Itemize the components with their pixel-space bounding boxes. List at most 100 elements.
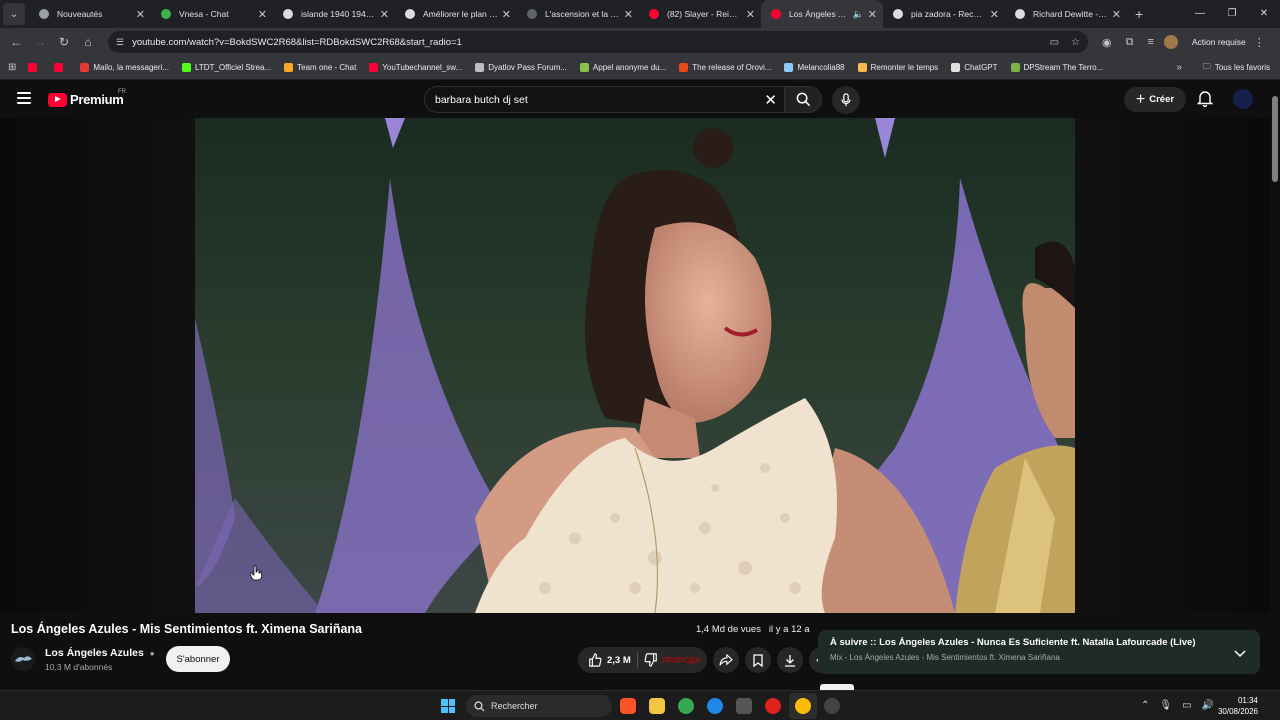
- settings-app-icon[interactable]: [824, 698, 840, 714]
- channel-name[interactable]: Los Ángeles Azules ●: [45, 647, 155, 659]
- more-bookmarks-icon[interactable]: »: [1176, 62, 1182, 73]
- site-info-icon[interactable]: ☰: [116, 37, 124, 48]
- tab-close-icon[interactable]: ✕: [136, 8, 145, 21]
- tab-audio-icon[interactable]: 🔈: [853, 9, 864, 20]
- menu-icon[interactable]: [17, 92, 31, 104]
- browser-tab[interactable]: (82) Slayer - Reign In ✕: [639, 0, 761, 28]
- up-next-panel[interactable]: À suivre :: Los Ángeles Azules - Nunca E…: [818, 630, 1260, 674]
- bookmark-item[interactable]: Dyatlov Pass Forum...: [475, 63, 567, 72]
- tab-close-icon[interactable]: ✕: [258, 8, 267, 21]
- video-frame[interactable]: [195, 118, 1075, 613]
- notifications-bell-icon[interactable]: [1196, 90, 1214, 112]
- channel-avatar[interactable]: [11, 647, 35, 671]
- bookmark-favicon-icon: [784, 63, 794, 72]
- system-clock[interactable]: 01:34 30/08/2026: [1218, 695, 1258, 717]
- save-button[interactable]: [744, 647, 771, 673]
- reading-list-icon[interactable]: ≡: [1147, 36, 1153, 48]
- browser-tab[interactable]: pia zadora - Recherc ✕: [883, 0, 1005, 28]
- bookmark-item[interactable]: [54, 63, 67, 72]
- extension-icon[interactable]: ◉: [1102, 36, 1112, 49]
- opera-icon[interactable]: [765, 698, 781, 714]
- bookmark-star-icon[interactable]: ☆: [1071, 37, 1080, 48]
- browser-tab[interactable]: Améliorer le plan arc ✕: [395, 0, 517, 28]
- browser-tab[interactable]: Vnesa - Chat ✕: [151, 0, 273, 28]
- tab-title: L'ascension et la chut: [545, 9, 620, 19]
- tab-close-icon[interactable]: ✕: [990, 8, 999, 21]
- chrome-beta-icon[interactable]: [678, 698, 694, 714]
- apps-grid-icon[interactable]: ⊞: [8, 62, 16, 73]
- tab-close-icon[interactable]: ✕: [1112, 8, 1121, 21]
- browser-tab[interactable]: islande 1940 1945 m ✕: [273, 0, 395, 28]
- user-avatar[interactable]: [1233, 89, 1253, 109]
- bookmark-label: Appel anonyme du...: [592, 63, 667, 72]
- search-input[interactable]: barbara butch dj set ✕: [424, 86, 786, 113]
- bookmark-item[interactable]: YouTubechannel_sw...: [369, 63, 462, 72]
- bookmark-icon: [752, 653, 763, 667]
- video-player[interactable]: [0, 118, 1270, 613]
- subscribe-button[interactable]: S'abonner: [166, 646, 230, 672]
- back-icon[interactable]: ←: [4, 35, 28, 49]
- bookmark-item[interactable]: Remonter le temps: [857, 63, 938, 72]
- brave-app-icon[interactable]: [620, 698, 636, 714]
- snipping-tool-icon[interactable]: [736, 698, 752, 714]
- dislike-button[interactable]: ПРИРОДА: [644, 653, 701, 667]
- profile-avatar[interactable]: [1163, 35, 1178, 49]
- browser-tab[interactable]: Los Ángeles Azul 🔈 ✕: [761, 0, 883, 28]
- page-scrollbar[interactable]: [1270, 80, 1280, 688]
- search-button[interactable]: [784, 86, 822, 113]
- bookmark-item[interactable]: The release of Orovi...: [679, 63, 771, 72]
- edge-icon[interactable]: [707, 698, 723, 714]
- browser-tab[interactable]: Richard Dewitte - Re ✕: [1005, 0, 1127, 28]
- voice-search-button[interactable]: [832, 86, 860, 114]
- taskbar-search[interactable]: Rechercher: [466, 695, 612, 717]
- browser-tab[interactable]: L'ascension et la chut ✕: [517, 0, 639, 28]
- tab-close-icon[interactable]: ✕: [502, 8, 511, 21]
- forward-icon[interactable]: →: [28, 35, 52, 49]
- action-required-button[interactable]: Action requise: [1192, 37, 1246, 47]
- like-button[interactable]: 2,3 M: [588, 653, 631, 667]
- new-tab-button[interactable]: +: [1135, 6, 1143, 22]
- bookmark-item[interactable]: Appel anonyme du...: [579, 63, 667, 72]
- download-button[interactable]: [776, 647, 803, 673]
- bookmark-item[interactable]: [28, 63, 41, 72]
- file-explorer-icon[interactable]: [649, 698, 665, 714]
- tray-expand-icon[interactable]: ⌃: [1141, 700, 1149, 711]
- tab-close-icon[interactable]: ✕: [746, 8, 755, 21]
- close-window-icon[interactable]: ✕: [1248, 0, 1280, 28]
- microphone-tray-icon[interactable]: 🎙: [1159, 700, 1172, 711]
- tab-close-icon[interactable]: ✕: [868, 8, 877, 21]
- system-tray: ⌃ 🎙 ▭ 🔊: [1141, 700, 1214, 711]
- extensions-puzzle-icon[interactable]: ⧉: [1126, 36, 1134, 49]
- display-icon[interactable]: ▭: [1182, 700, 1191, 711]
- tab-close-icon[interactable]: ✕: [624, 8, 633, 21]
- cast-icon[interactable]: ▭: [1050, 37, 1059, 48]
- clear-search-icon[interactable]: ✕: [764, 91, 777, 109]
- create-button[interactable]: + Créer: [1124, 87, 1186, 112]
- chevron-down-icon[interactable]: [1234, 645, 1246, 663]
- tab-title: (82) Slayer - Reign In: [667, 9, 742, 19]
- all-bookmarks-folder[interactable]: 🗀 Tous les favoris: [1203, 61, 1270, 75]
- bookmark-item[interactable]: Mailo, la messageri...: [80, 63, 169, 72]
- minimize-icon[interactable]: —: [1184, 0, 1216, 28]
- scrollbar-thumb[interactable]: [1272, 96, 1278, 182]
- tab-close-icon[interactable]: ✕: [380, 8, 389, 21]
- tab-search-button[interactable]: ⌄: [3, 3, 25, 25]
- windows-start-icon[interactable]: [441, 699, 455, 713]
- bookmarks-bar: ⊞ Mailo, la messageri... LTDT_Officiel St…: [0, 56, 1280, 80]
- bookmark-label: Melancolia88: [797, 63, 845, 72]
- browser-menu-icon[interactable]: ⋮: [1254, 36, 1265, 49]
- volume-icon[interactable]: 🔊: [1202, 700, 1214, 711]
- home-icon[interactable]: ⌂: [76, 35, 100, 49]
- reload-icon[interactable]: ↻: [52, 35, 76, 49]
- bookmark-item[interactable]: DPStream The Terro...: [1010, 63, 1103, 72]
- chrome-icon[interactable]: [795, 698, 811, 714]
- address-bar[interactable]: ☰ youtube.com/watch?v=BokdSWC2R68&list=R…: [108, 31, 1088, 53]
- bookmark-item[interactable]: ChatGPT: [951, 63, 998, 72]
- browser-tab[interactable]: Nouveautés ✕: [29, 0, 151, 28]
- bookmark-item[interactable]: Melancolia88: [784, 63, 845, 72]
- youtube-premium-logo[interactable]: Premium FR: [48, 89, 126, 107]
- bookmark-item[interactable]: LTDT_Officiel Strea...: [181, 63, 271, 72]
- restore-icon[interactable]: ❐: [1216, 0, 1248, 28]
- share-button[interactable]: [712, 647, 739, 673]
- bookmark-item[interactable]: Team one - Chat: [284, 63, 356, 72]
